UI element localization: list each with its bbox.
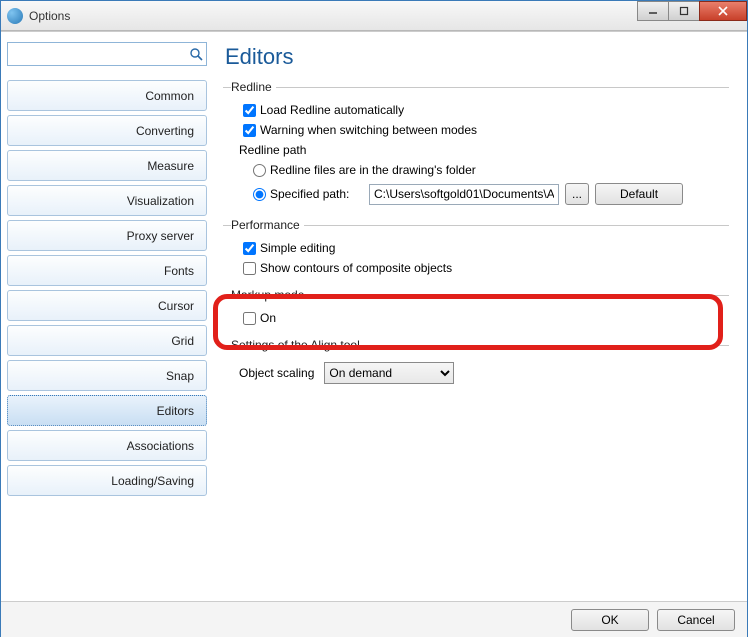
sidebar-item-snap[interactable]: Snap xyxy=(7,360,207,391)
sidebar-item-visualization[interactable]: Visualization xyxy=(7,185,207,216)
cancel-button[interactable]: Cancel xyxy=(657,609,735,631)
page-title: Editors xyxy=(225,44,729,70)
dialog-footer: OK Cancel xyxy=(1,601,747,637)
input-redline-path[interactable] xyxy=(369,184,559,205)
search-input[interactable] xyxy=(14,46,189,62)
checkbox-load-auto-label: Load Redline automatically xyxy=(260,103,404,117)
checkbox-show-contours[interactable]: Show contours of composite objects xyxy=(243,261,452,275)
sidebar-item-grid[interactable]: Grid xyxy=(7,325,207,356)
ok-button[interactable]: OK xyxy=(571,609,649,631)
redline-path-sublabel: Redline path xyxy=(231,140,729,160)
select-object-scaling[interactable]: On demand xyxy=(324,362,454,384)
checkbox-simple-editing[interactable]: Simple editing xyxy=(243,241,335,255)
checkbox-markup-on[interactable]: On xyxy=(243,311,276,325)
search-field[interactable] xyxy=(7,42,207,66)
group-redline-legend: Redline xyxy=(231,80,276,94)
title-bar: Options xyxy=(1,1,747,31)
app-icon xyxy=(7,8,23,24)
sidebar-item-measure[interactable]: Measure xyxy=(7,150,207,181)
group-performance: Performance Simple editing Show contours… xyxy=(223,218,729,282)
minimize-button[interactable] xyxy=(637,1,669,21)
browse-button[interactable]: ... xyxy=(565,183,589,205)
close-button[interactable] xyxy=(699,1,747,21)
label-object-scaling: Object scaling xyxy=(239,366,314,380)
checkbox-warn-switch[interactable]: Warning when switching between modes xyxy=(243,123,477,137)
group-redline: Redline Load Redline automatically Warni… xyxy=(223,80,729,212)
sidebar-item-fonts[interactable]: Fonts xyxy=(7,255,207,286)
sidebar: Common Converting Measure Visualization Prox… xyxy=(1,32,213,601)
content-pane: Editors Redline Load Redline automatical… xyxy=(213,32,747,601)
group-align-tool-legend: Settings of the Align tool xyxy=(231,338,364,352)
sidebar-item-editors[interactable]: Editors xyxy=(7,395,207,426)
group-markup-mode: Markup mode On xyxy=(223,288,729,332)
checkbox-warn-switch-label: Warning when switching between modes xyxy=(260,123,477,137)
sidebar-item-proxy-server[interactable]: Proxy server xyxy=(7,220,207,251)
checkbox-load-auto[interactable]: Load Redline automatically xyxy=(243,103,404,117)
radio-redline-folder[interactable]: Redline files are in the drawing's folde… xyxy=(253,163,476,177)
sidebar-item-cursor[interactable]: Cursor xyxy=(7,290,207,321)
radio-redline-folder-label: Redline files are in the drawing's folde… xyxy=(270,163,476,177)
default-button[interactable]: Default xyxy=(595,183,683,205)
checkbox-simple-editing-label: Simple editing xyxy=(260,241,335,255)
window-title: Options xyxy=(29,9,70,23)
sidebar-item-common[interactable]: Common xyxy=(7,80,207,111)
window-controls xyxy=(638,1,747,21)
sidebar-item-associations[interactable]: Associations xyxy=(7,430,207,461)
group-performance-legend: Performance xyxy=(231,218,304,232)
search-icon xyxy=(189,47,203,61)
group-markup-mode-legend: Markup mode xyxy=(231,288,308,302)
sidebar-item-converting[interactable]: Converting xyxy=(7,115,207,146)
group-align-tool: Settings of the Align tool Object scalin… xyxy=(223,338,729,392)
sidebar-item-loading-saving[interactable]: Loading/Saving xyxy=(7,465,207,496)
maximize-button[interactable] xyxy=(668,1,700,21)
radio-redline-specified-label: Specified path: xyxy=(270,187,349,201)
radio-redline-specified[interactable]: Specified path: xyxy=(253,187,363,201)
checkbox-markup-on-label: On xyxy=(260,311,276,325)
checkbox-show-contours-label: Show contours of composite objects xyxy=(260,261,452,275)
